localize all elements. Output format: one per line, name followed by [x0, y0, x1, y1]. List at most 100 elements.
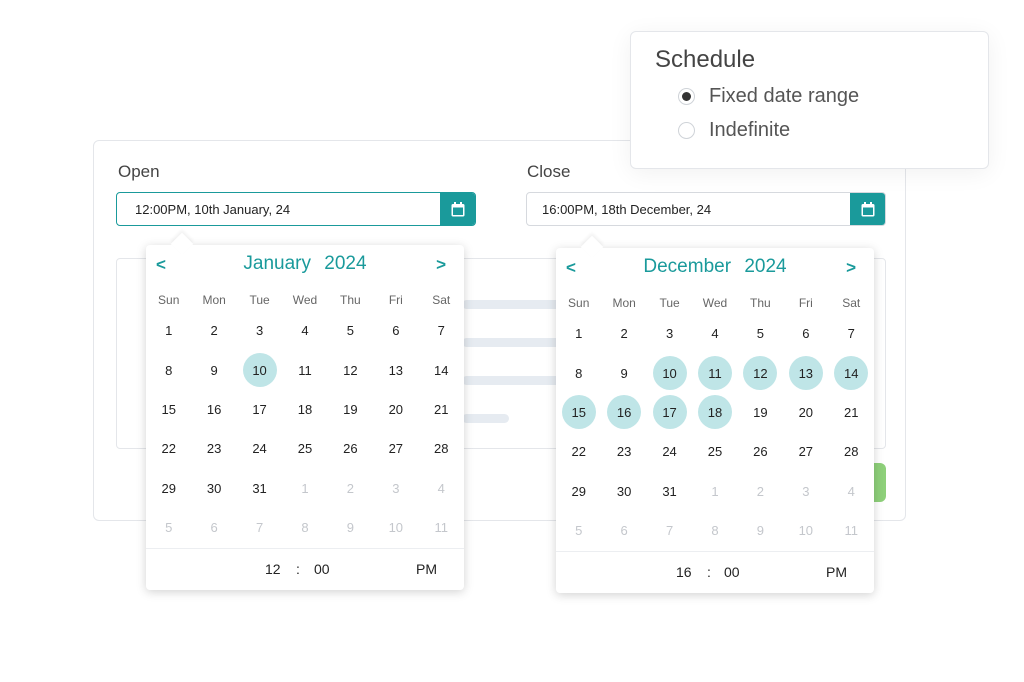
minute-value[interactable]: 00: [724, 564, 740, 580]
next-month-button[interactable]: >: [436, 255, 446, 275]
day-cell-outside-month[interactable]: 7: [647, 511, 692, 550]
day-cell[interactable]: 18: [692, 393, 737, 432]
day-cell[interactable]: 26: [738, 432, 783, 471]
day-cell[interactable]: 11: [282, 350, 327, 389]
day-cell[interactable]: 15: [556, 393, 601, 432]
day-cell-outside-month[interactable]: 2: [328, 469, 373, 508]
close-calendar-button[interactable]: [850, 193, 885, 225]
day-cell[interactable]: 10: [647, 353, 692, 392]
day-cell[interactable]: 18: [282, 390, 327, 429]
day-cell[interactable]: 8: [146, 350, 191, 389]
day-cell[interactable]: 5: [328, 311, 373, 350]
radio-fixed-date-range[interactable]: Fixed date range: [678, 85, 859, 108]
day-cell[interactable]: 11: [692, 353, 737, 392]
day-cell[interactable]: 14: [829, 353, 874, 392]
day-cell[interactable]: 24: [647, 432, 692, 471]
day-cell[interactable]: 21: [829, 393, 874, 432]
day-cell[interactable]: 29: [146, 469, 191, 508]
day-cell[interactable]: 17: [237, 390, 282, 429]
day-cell-outside-month[interactable]: 8: [692, 511, 737, 550]
day-cell[interactable]: 1: [146, 311, 191, 350]
day-cell[interactable]: 25: [692, 432, 737, 471]
day-cell-outside-month[interactable]: 4: [829, 472, 874, 511]
day-cell[interactable]: 3: [647, 314, 692, 353]
hour-value[interactable]: 12: [265, 561, 281, 577]
day-cell-outside-month[interactable]: 9: [328, 508, 373, 547]
day-cell[interactable]: 19: [738, 393, 783, 432]
day-cell[interactable]: 7: [829, 314, 874, 353]
day-cell[interactable]: 31: [647, 472, 692, 511]
day-cell[interactable]: 9: [191, 350, 236, 389]
day-cell[interactable]: 25: [282, 429, 327, 468]
day-cell[interactable]: 13: [373, 350, 418, 389]
day-cell-outside-month[interactable]: 10: [783, 511, 828, 550]
day-cell[interactable]: 7: [419, 311, 464, 350]
day-cell[interactable]: 13: [783, 353, 828, 392]
day-cell[interactable]: 12: [738, 353, 783, 392]
ampm-toggle[interactable]: PM: [416, 561, 437, 577]
day-cell-outside-month[interactable]: 10: [373, 508, 418, 547]
day-cell[interactable]: 4: [282, 311, 327, 350]
day-cell-outside-month[interactable]: 7: [237, 508, 282, 547]
radio-button[interactable]: [678, 122, 695, 139]
day-cell[interactable]: 4: [692, 314, 737, 353]
day-cell-outside-month[interactable]: 3: [373, 469, 418, 508]
open-date-field[interactable]: 12:00PM, 10th January, 24: [116, 192, 476, 226]
day-cell[interactable]: 1: [556, 314, 601, 353]
day-cell-outside-month[interactable]: 2: [738, 472, 783, 511]
day-cell[interactable]: 19: [328, 390, 373, 429]
day-cell[interactable]: 28: [419, 429, 464, 468]
day-cell[interactable]: 24: [237, 429, 282, 468]
day-cell[interactable]: 20: [783, 393, 828, 432]
day-cell[interactable]: 20: [373, 390, 418, 429]
radio-button-checked[interactable]: [678, 88, 695, 105]
day-cell[interactable]: 16: [601, 393, 646, 432]
day-cell[interactable]: 3: [237, 311, 282, 350]
month-label[interactable]: December: [643, 256, 731, 277]
ampm-toggle[interactable]: PM: [826, 564, 847, 580]
day-cell[interactable]: 21: [419, 390, 464, 429]
day-cell-outside-month[interactable]: 6: [601, 511, 646, 550]
day-cell[interactable]: 16: [191, 390, 236, 429]
day-cell[interactable]: 30: [191, 469, 236, 508]
day-cell[interactable]: 27: [373, 429, 418, 468]
day-cell[interactable]: 31: [237, 469, 282, 508]
day-cell[interactable]: 17: [647, 393, 692, 432]
day-cell[interactable]: 29: [556, 472, 601, 511]
day-cell-outside-month[interactable]: 1: [692, 472, 737, 511]
close-date-field[interactable]: 16:00PM, 18th December, 24: [526, 192, 886, 226]
day-cell[interactable]: 15: [146, 390, 191, 429]
day-cell[interactable]: 27: [783, 432, 828, 471]
day-cell-outside-month[interactable]: 6: [191, 508, 236, 547]
hour-value[interactable]: 16: [676, 564, 692, 580]
day-cell[interactable]: 26: [328, 429, 373, 468]
day-cell[interactable]: 28: [829, 432, 874, 471]
day-cell[interactable]: 6: [373, 311, 418, 350]
day-cell-outside-month[interactable]: 5: [146, 508, 191, 547]
day-cell[interactable]: 2: [601, 314, 646, 353]
radio-indefinite[interactable]: Indefinite: [678, 119, 790, 142]
day-cell-outside-month[interactable]: 11: [419, 508, 464, 547]
day-cell[interactable]: 30: [601, 472, 646, 511]
minute-value[interactable]: 00: [314, 561, 330, 577]
day-cell[interactable]: 2: [191, 311, 236, 350]
day-cell[interactable]: 23: [601, 432, 646, 471]
day-cell-outside-month[interactable]: 5: [556, 511, 601, 550]
year-label[interactable]: 2024: [324, 253, 366, 274]
day-cell-outside-month[interactable]: 8: [282, 508, 327, 547]
open-calendar-button[interactable]: [440, 193, 475, 225]
day-cell[interactable]: 14: [419, 350, 464, 389]
next-month-button[interactable]: >: [846, 258, 856, 278]
day-cell-outside-month[interactable]: 1: [282, 469, 327, 508]
day-cell-outside-month[interactable]: 4: [419, 469, 464, 508]
day-cell-outside-month[interactable]: 9: [738, 511, 783, 550]
day-cell-outside-month[interactable]: 11: [829, 511, 874, 550]
day-cell[interactable]: 5: [738, 314, 783, 353]
day-cell[interactable]: 6: [783, 314, 828, 353]
day-cell[interactable]: 22: [146, 429, 191, 468]
year-label[interactable]: 2024: [744, 256, 786, 277]
day-cell[interactable]: 22: [556, 432, 601, 471]
day-cell[interactable]: 8: [556, 353, 601, 392]
day-cell-outside-month[interactable]: 3: [783, 472, 828, 511]
day-cell[interactable]: 9: [601, 353, 646, 392]
